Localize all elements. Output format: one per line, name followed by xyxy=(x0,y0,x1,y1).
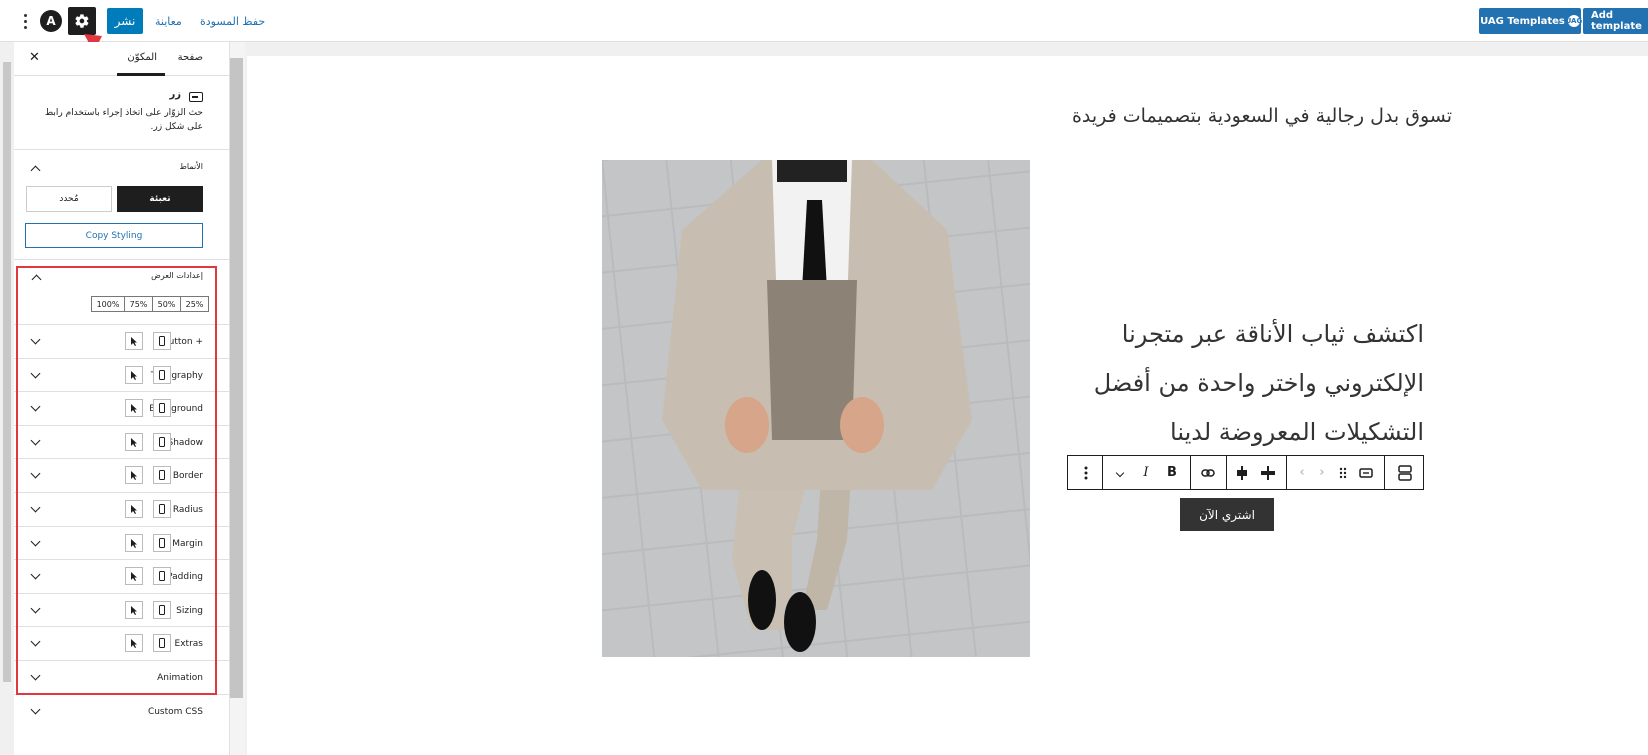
style-outline-option[interactable]: مُحدد xyxy=(26,186,112,212)
uag-templates-label: UAG Templates xyxy=(1480,15,1565,27)
uag-badge-icon: UAG xyxy=(1565,15,1583,27)
toolbar-divider xyxy=(1286,456,1287,489)
chevron-down-icon[interactable] xyxy=(1108,456,1132,489)
toolbar-divider xyxy=(1102,456,1103,489)
highlight-box xyxy=(16,266,217,695)
preview-link[interactable]: معاينة xyxy=(155,12,182,30)
toolbar-divider xyxy=(1384,456,1385,489)
buy-now-button[interactable]: اشتري الآن xyxy=(1180,498,1274,531)
parent-block-icon[interactable] xyxy=(1392,456,1418,489)
suit-photo[interactable] xyxy=(602,160,1030,657)
styles-panel-header[interactable]: الأنماط xyxy=(14,152,229,182)
sidebar-tabs: صفحة المكوّن ✕ xyxy=(14,42,229,76)
body-line: الإلكتروني واختر واحدة من أفضل xyxy=(1093,369,1424,397)
body-line: التشكيلات المعروضة لدينا xyxy=(1170,418,1424,446)
chevron-down-icon xyxy=(30,704,41,715)
style-fill-option[interactable]: تعبئة xyxy=(117,186,203,212)
italic-button[interactable]: I xyxy=(1134,456,1158,489)
toolbar-divider xyxy=(1190,456,1191,489)
sidebar-scrollbar[interactable] xyxy=(230,58,243,698)
bold-button[interactable]: B xyxy=(1160,456,1184,489)
drag-handle-icon[interactable] xyxy=(1334,456,1352,489)
justify-center-icon[interactable] xyxy=(1256,456,1280,489)
gear-icon xyxy=(75,14,89,28)
left-scroll-track[interactable] xyxy=(3,62,11,682)
site-logo-icon[interactable]: A xyxy=(40,10,62,32)
active-tab-indicator xyxy=(117,73,165,76)
block-card: زر حث الزوّار على اتخاذ إجراء باستخدام ر… xyxy=(14,84,229,150)
tab-page[interactable]: صفحة xyxy=(178,52,203,63)
chevron-up-icon xyxy=(30,165,41,176)
button-block-icon xyxy=(189,92,203,102)
page-headline[interactable]: تسوق بدل رجالية في السعودية بتصميمات فري… xyxy=(1000,105,1452,127)
uag-templates-button[interactable]: UAG Templates UAG xyxy=(1479,8,1583,34)
close-icon[interactable]: ✕ xyxy=(29,50,40,65)
add-template-button[interactable]: Add template xyxy=(1583,8,1648,34)
button-block-icon[interactable] xyxy=(1354,456,1378,489)
panel-row-custom-css[interactable]: Custom CSS xyxy=(14,693,229,728)
block-description: حث الزوّار على اتخاذ إجراء باستخدام رابط… xyxy=(44,108,203,132)
top-toolbar: A نشر معاينة حفظ المسودة UAG Templates U… xyxy=(0,0,1648,42)
more-options-icon[interactable] xyxy=(18,10,32,32)
divider xyxy=(14,259,229,260)
panel-row-label: Custom CSS xyxy=(147,706,203,717)
block-toolbar: I B ‹ › xyxy=(1067,455,1424,490)
toolbar-divider xyxy=(1226,456,1227,489)
body-line: اكتشف ثياب الأناقة عبر متجرنا xyxy=(1121,320,1424,348)
more-options-icon[interactable] xyxy=(1074,456,1098,489)
save-draft-link[interactable]: حفظ المسودة xyxy=(200,12,265,30)
justify-left-icon[interactable] xyxy=(1230,456,1254,489)
left-gutter xyxy=(0,42,14,755)
body-text[interactable]: اكتشف ثياب الأناقة عبر متجرنا الإلكتروني… xyxy=(1060,310,1424,457)
copy-styling-button[interactable]: Copy Styling xyxy=(25,223,203,248)
publish-button[interactable]: نشر xyxy=(107,8,143,34)
chevron-left-icon[interactable]: ‹ xyxy=(1292,456,1312,489)
block-name: زر xyxy=(169,89,181,100)
link-icon[interactable] xyxy=(1196,456,1220,489)
chevron-right-icon[interactable]: › xyxy=(1312,456,1332,489)
tab-block[interactable]: المكوّن xyxy=(127,52,157,63)
styles-title: الأنماط xyxy=(179,162,203,171)
